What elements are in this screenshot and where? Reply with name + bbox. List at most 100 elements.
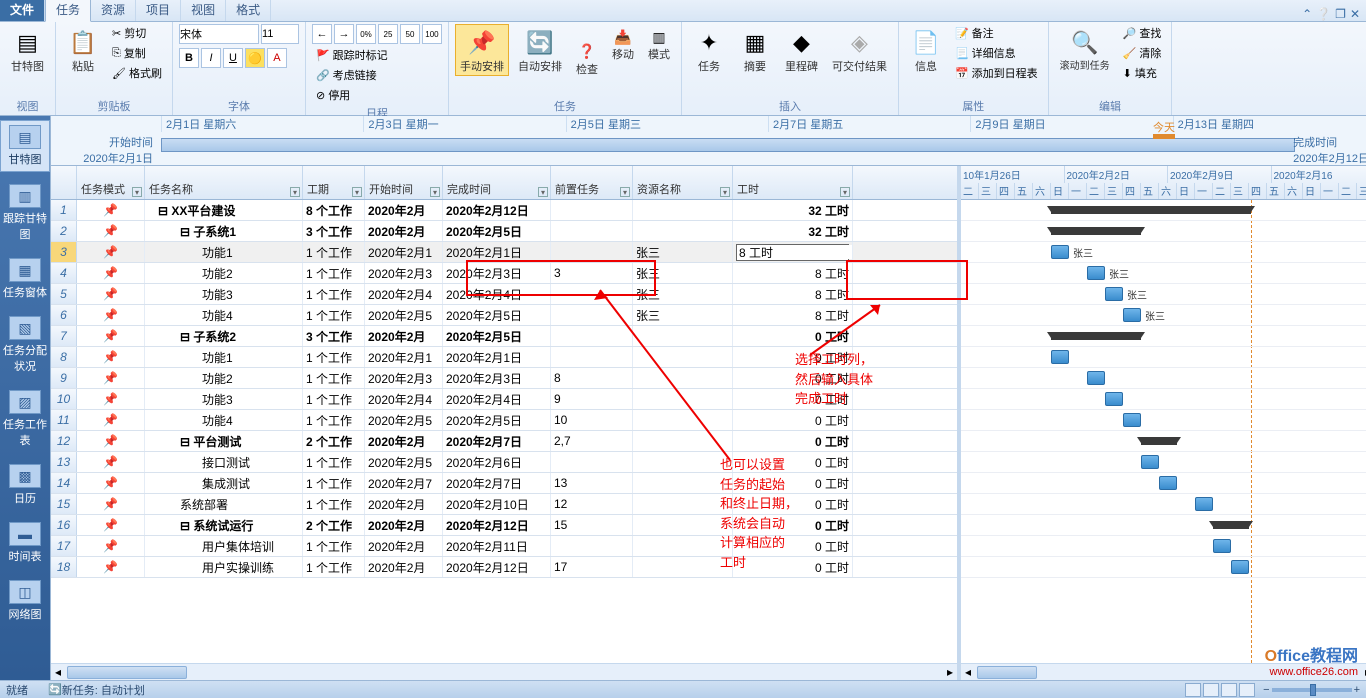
mode-cell[interactable]: 📌 [77,494,145,514]
name-cell[interactable]: 功能2 [145,368,303,388]
mode-cell[interactable]: 📌 [77,557,145,577]
column-filter-icon[interactable]: ▾ [720,187,730,197]
start-cell[interactable]: 2020年2月 [365,200,443,220]
name-cell[interactable]: 接口测试 [145,452,303,472]
pct0-button[interactable]: 0% [356,24,376,44]
dur-cell[interactable]: 1 个工作 [303,263,365,283]
res-cell[interactable] [633,200,733,220]
dur-cell[interactable]: 1 个工作 [303,389,365,409]
start-cell[interactable]: 2020年2月1 [365,242,443,262]
end-cell[interactable]: 2020年2月12日 [443,200,551,220]
column-header[interactable]: 完成时间▾ [443,166,551,199]
zoom-in-button[interactable]: + [1354,684,1360,696]
pred-cell[interactable] [551,347,633,367]
name-cell[interactable]: 功能3 [145,389,303,409]
name-cell[interactable]: ⊟ 平台测试 [145,431,303,451]
fill-color-button[interactable]: 🟡 [245,48,265,68]
res-cell[interactable] [633,536,733,556]
column-filter-icon[interactable]: ▾ [840,187,850,197]
add-timeline-button[interactable]: 📅添加到日程表 [951,64,1042,82]
start-cell[interactable]: 2020年2月5 [365,452,443,472]
mode-cell[interactable]: 📌 [77,263,145,283]
insert-summary-button[interactable]: ▦摘要 [734,24,776,76]
dur-cell[interactable]: 1 个工作 [303,494,365,514]
pred-cell[interactable]: 9 [551,389,633,409]
start-cell[interactable]: 2020年2月 [365,515,443,535]
start-cell[interactable]: 2020年2月 [365,494,443,514]
start-cell[interactable]: 2020年2月3 [365,263,443,283]
res-cell[interactable] [633,221,733,241]
gantt-task-bar[interactable] [1231,560,1249,574]
indent-button[interactable]: → [334,24,354,44]
mode-cell[interactable]: 📌 [77,431,145,451]
end-cell[interactable]: 2020年2月12日 [443,557,551,577]
name-cell[interactable]: 功能2 [145,263,303,283]
mode-cell[interactable]: 📌 [77,389,145,409]
fill-button[interactable]: ⬇填充 [1119,64,1166,82]
pred-cell[interactable]: 17 [551,557,633,577]
row-number[interactable]: 9 [51,368,77,388]
column-header[interactable] [51,166,77,199]
end-cell[interactable]: 2020年2月1日 [443,347,551,367]
row-number[interactable]: 12 [51,431,77,451]
row-number[interactable]: 2 [51,221,77,241]
insert-deliverable-button[interactable]: ◈可交付结果 [827,24,892,76]
res-cell[interactable]: 张三 [633,242,733,262]
zoom-out-button[interactable]: − [1263,684,1269,696]
start-cell[interactable]: 2020年2月5 [365,410,443,430]
font-select[interactable] [179,24,259,44]
mode-cell[interactable]: 📌 [77,221,145,241]
gantt-task-bar[interactable] [1123,413,1141,427]
res-cell[interactable] [633,515,733,535]
column-filter-icon[interactable]: ▾ [430,187,440,197]
start-cell[interactable]: 2020年2月 [365,221,443,241]
pred-cell[interactable]: 2,7 [551,431,633,451]
start-cell[interactable]: 2020年2月 [365,431,443,451]
pred-cell[interactable]: 8 [551,368,633,388]
tab-task[interactable]: 任务 [45,0,91,22]
table-row[interactable]: 3📌功能11 个工作2020年2月12020年2月1日张三▴▾ [51,242,957,263]
row-number[interactable]: 15 [51,494,77,514]
gantt-view-button[interactable]: ▤甘特图 [6,24,49,76]
row-number[interactable]: 16 [51,515,77,535]
mode-cell[interactable]: 📌 [77,452,145,472]
status-newtask[interactable]: 新任务: 自动计划 [62,682,145,698]
column-filter-icon[interactable]: ▾ [132,187,142,197]
start-cell[interactable]: 2020年2月 [365,536,443,556]
pred-cell[interactable] [551,536,633,556]
sidebar-tracking-gantt[interactable]: ▥跟踪甘特图 [0,180,50,246]
view-icon-2[interactable] [1203,683,1219,697]
res-cell[interactable] [633,389,733,409]
res-cell[interactable]: 张三 [633,305,733,325]
res-cell[interactable] [633,452,733,472]
column-header[interactable]: 资源名称▾ [633,166,733,199]
dur-cell[interactable]: 1 个工作 [303,242,365,262]
dur-cell[interactable]: 2 个工作 [303,515,365,535]
end-cell[interactable]: 2020年2月3日 [443,368,551,388]
dur-cell[interactable]: 3 个工作 [303,326,365,346]
work-cell[interactable]: 0 工时 [733,431,853,451]
row-number[interactable]: 5 [51,284,77,304]
row-number[interactable]: 17 [51,536,77,556]
gantt-summary-bar[interactable] [1051,206,1251,214]
dur-cell[interactable]: 1 个工作 [303,536,365,556]
dur-cell[interactable]: 1 个工作 [303,305,365,325]
sidebar-task-usage[interactable]: ▧任务分配状况 [0,312,50,378]
sidebar-network[interactable]: ◫网络图 [0,576,50,626]
dur-cell[interactable]: 1 个工作 [303,557,365,577]
pred-cell[interactable]: 10 [551,410,633,430]
mode-cell[interactable]: 📌 [77,536,145,556]
mode-cell[interactable]: 📌 [77,368,145,388]
name-cell[interactable]: 用户集体培训 [145,536,303,556]
end-cell[interactable]: 2020年2月5日 [443,305,551,325]
row-number[interactable]: 4 [51,263,77,283]
row-number[interactable]: 13 [51,452,77,472]
end-cell[interactable]: 2020年2月4日 [443,389,551,409]
pred-cell[interactable]: 3 [551,263,633,283]
find-button[interactable]: 🔎查找 [1119,24,1166,42]
name-cell[interactable]: 集成测试 [145,473,303,493]
res-cell[interactable] [633,410,733,430]
end-cell[interactable]: 2020年2月4日 [443,284,551,304]
name-cell[interactable]: 功能1 [145,242,303,262]
view-icon-3[interactable] [1221,683,1237,697]
